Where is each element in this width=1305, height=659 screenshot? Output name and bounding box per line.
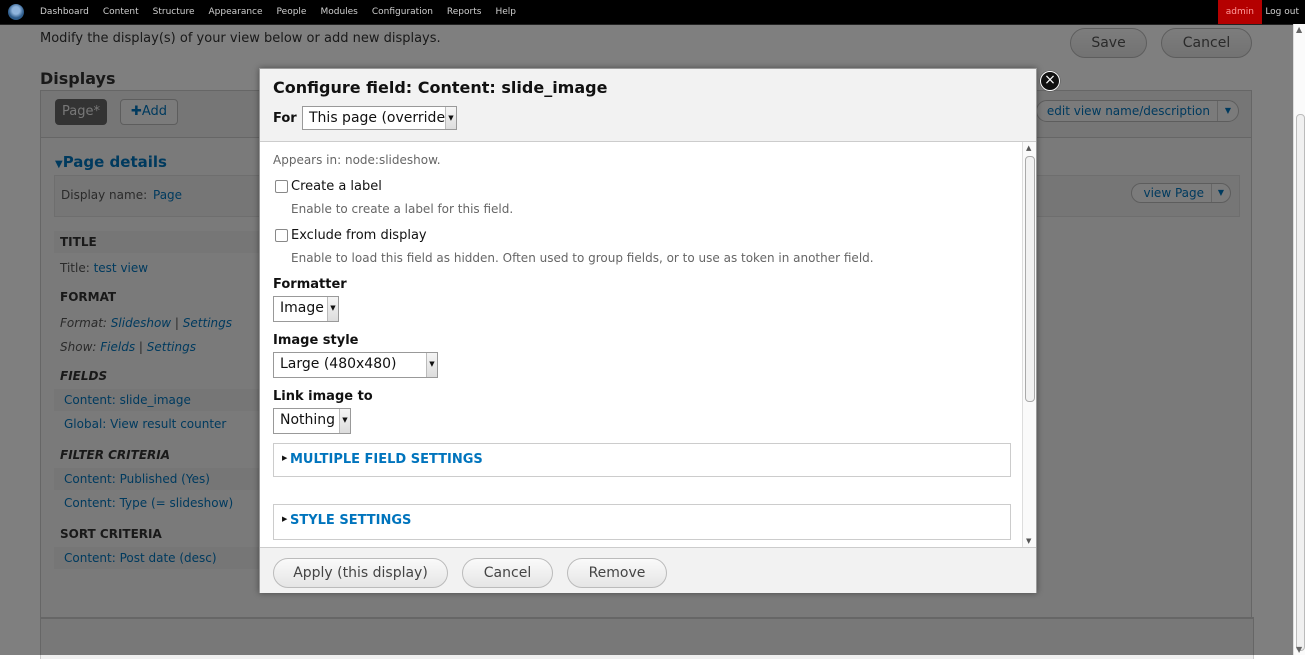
dropdown-arrow-icon: ▼ xyxy=(445,107,456,129)
create-label-description: Enable to create a label for this field. xyxy=(291,202,514,216)
multiple-field-settings-toggle[interactable]: MULTIPLE FIELD SETTINGS xyxy=(290,452,483,467)
scroll-down-icon[interactable]: ▼ xyxy=(1026,537,1031,545)
apply-button[interactable]: Apply (this display) xyxy=(273,558,448,588)
toolbar-item-people[interactable]: People xyxy=(270,0,314,24)
style-settings-fieldset[interactable]: ▶ STYLE SETTINGS xyxy=(273,504,1011,540)
style-settings-toggle[interactable]: STYLE SETTINGS xyxy=(290,513,411,528)
toolbar-item-content[interactable]: Content xyxy=(96,0,146,24)
link-image-select[interactable]: Nothing ▼ xyxy=(273,408,351,434)
appears-in-text: Appears in: node:slideshow. xyxy=(273,153,441,167)
image-style-label: Image style xyxy=(273,333,359,348)
toolbar-item-help[interactable]: Help xyxy=(488,0,523,24)
image-style-select-value: Large (480x480) xyxy=(280,356,397,372)
page-scrollbar[interactable]: ▲ ▼ xyxy=(1293,24,1305,655)
dialog-header: Configure field: Content: slide_image Fo… xyxy=(260,69,1036,142)
dropdown-arrow-icon: ▼ xyxy=(426,353,437,377)
dialog-scrollbar[interactable]: ▲ ▼ xyxy=(1022,142,1036,547)
image-style-select[interactable]: Large (480x480) ▼ xyxy=(273,352,438,378)
triangle-right-icon: ▶ xyxy=(282,515,288,523)
for-select-value: This page (override) xyxy=(309,110,451,126)
formatter-select-value: Image xyxy=(280,300,324,316)
scroll-up-icon[interactable]: ▲ xyxy=(1026,144,1031,152)
scroll-down-icon[interactable]: ▼ xyxy=(1296,645,1302,654)
configure-field-dialog: Configure field: Content: slide_image Fo… xyxy=(259,68,1060,593)
dialog-cancel-button[interactable]: Cancel xyxy=(462,558,553,588)
exclude-description: Enable to load this field as hidden. Oft… xyxy=(291,251,874,265)
dialog-body: Appears in: node:slideshow. Create a lab… xyxy=(260,142,1036,547)
toolbar-menu: Dashboard Content Structure Appearance P… xyxy=(33,0,523,24)
toolbar-item-structure[interactable]: Structure xyxy=(146,0,202,24)
dropdown-arrow-icon: ▼ xyxy=(327,297,338,321)
dropdown-arrow-icon: ▼ xyxy=(339,409,350,433)
home-icon[interactable] xyxy=(8,4,24,20)
toolbar-item-reports[interactable]: Reports xyxy=(440,0,489,24)
scroll-thumb[interactable] xyxy=(1025,156,1035,402)
multiple-field-settings-fieldset[interactable]: ▶ MULTIPLE FIELD SETTINGS xyxy=(273,443,1011,477)
exclude-text[interactable]: Exclude from display xyxy=(291,228,427,243)
dialog-title: Configure field: Content: slide_image xyxy=(273,78,608,97)
exclude-checkbox[interactable] xyxy=(275,229,288,242)
user-link[interactable]: admin xyxy=(1217,0,1262,24)
toolbar-item-appearance[interactable]: Appearance xyxy=(202,0,270,24)
triangle-right-icon: ▶ xyxy=(282,454,288,462)
create-label-checkbox[interactable] xyxy=(275,180,288,193)
remove-button[interactable]: Remove xyxy=(567,558,667,588)
admin-toolbar: Dashboard Content Structure Appearance P… xyxy=(0,0,1305,25)
close-icon[interactable]: × xyxy=(1040,71,1060,91)
link-image-select-value: Nothing xyxy=(280,412,336,428)
formatter-select[interactable]: Image ▼ xyxy=(273,296,339,322)
formatter-label: Formatter xyxy=(273,277,347,292)
toolbar-item-modules[interactable]: Modules xyxy=(313,0,364,24)
scroll-up-icon[interactable]: ▲ xyxy=(1296,25,1302,34)
dialog-footer: Apply (this display) Cancel Remove xyxy=(260,547,1036,593)
for-select[interactable]: This page (override) ▼ xyxy=(302,106,457,130)
for-label: For xyxy=(273,111,297,126)
toolbar-item-dashboard[interactable]: Dashboard xyxy=(33,0,96,24)
link-image-label: Link image to xyxy=(273,389,373,404)
logout-link[interactable]: Log out xyxy=(1265,0,1299,24)
toolbar-item-configuration[interactable]: Configuration xyxy=(365,0,440,24)
create-label-text[interactable]: Create a label xyxy=(291,179,382,194)
scroll-thumb[interactable] xyxy=(1296,114,1305,651)
